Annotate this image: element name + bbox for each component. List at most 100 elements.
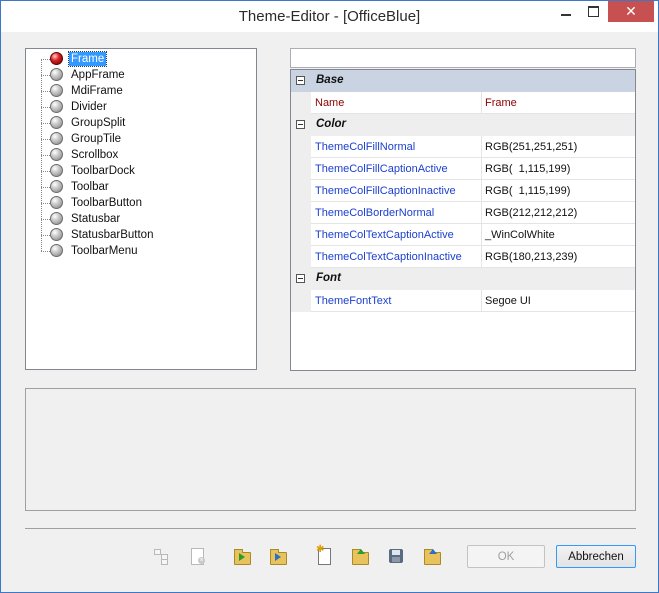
tree-item-label: ToolbarButton <box>71 197 142 209</box>
property-search-input[interactable] <box>290 48 636 68</box>
property-name: ThemeColFillCaptionActive <box>315 163 448 175</box>
element-ball-icon <box>50 116 63 129</box>
tree-connector-line <box>41 203 50 204</box>
property-row[interactable]: ThemeColFillCaptionInactive RGB( 1,115,19… <box>291 180 635 202</box>
property-value[interactable]: RGB(180,213,239) <box>485 251 577 263</box>
element-ball-icon <box>50 52 63 65</box>
tree-connector-line <box>41 251 50 252</box>
property-value[interactable]: RGB(251,251,251) <box>485 141 577 153</box>
maximize-button[interactable] <box>580 1 607 22</box>
tree-item-label: GroupSplit <box>71 117 126 129</box>
tree-connector-line <box>41 171 50 172</box>
column-separator <box>481 158 482 180</box>
tree-item-label: StatusbarButton <box>71 229 154 241</box>
property-name: ThemeColFillNormal <box>315 141 416 153</box>
row-margin <box>291 180 311 202</box>
property-value[interactable]: RGB( 1,115,199) <box>485 185 570 197</box>
element-ball-icon <box>50 244 63 257</box>
property-value[interactable]: RGB(212,212,212) <box>485 207 577 219</box>
close-button[interactable]: ✕ <box>608 1 654 22</box>
tree-connector-line <box>41 123 50 124</box>
row-margin <box>291 158 311 180</box>
property-value[interactable]: Frame <box>485 97 517 109</box>
divider <box>25 528 636 529</box>
tree-connector-line <box>41 75 50 76</box>
row-margin <box>291 224 311 246</box>
tree-connector-line <box>41 59 50 60</box>
maximize-icon <box>588 6 599 17</box>
import-folder-icon <box>234 548 251 565</box>
collapse-toggle-icon[interactable] <box>296 120 305 129</box>
delete-document-button[interactable]: × <box>186 545 208 567</box>
collapse-toggle-icon[interactable] <box>296 274 305 283</box>
title-bar[interactable]: Theme-Editor - [OfficeBlue] ✕ <box>1 1 658 32</box>
property-row-name[interactable]: Name Frame <box>291 92 635 114</box>
tree-connector-line <box>41 187 50 188</box>
minimize-icon <box>561 13 571 16</box>
property-row[interactable]: ThemeColTextCaptionInactive RGB(180,213,2… <box>291 246 635 268</box>
description-panel <box>25 388 636 511</box>
theme-element-tree[interactable]: Frame AppFrame MdiFrame Divider GroupSplit Gr… <box>25 48 257 370</box>
property-value[interactable]: RGB( 1,115,199) <box>485 163 570 175</box>
element-ball-icon <box>50 228 63 241</box>
new-button[interactable]: ✱ <box>313 544 335 567</box>
element-ball-icon <box>50 164 63 177</box>
property-name: ThemeColTextCaptionInactive <box>315 251 462 263</box>
save-disk-icon <box>388 548 404 564</box>
property-name: ThemeColFillCaptionInactive <box>315 185 456 197</box>
open-button[interactable] <box>349 545 371 567</box>
close-icon: ✕ <box>625 3 637 19</box>
property-grid[interactable]: Base Name Frame Color ThemeColFillNormal… <box>290 69 636 371</box>
element-ball-icon <box>50 180 63 193</box>
column-separator <box>481 180 482 202</box>
column-separator <box>481 136 482 158</box>
category-label: Base <box>316 74 344 86</box>
row-separator <box>311 311 635 312</box>
column-separator <box>481 224 482 246</box>
save-as-button[interactable] <box>421 545 443 567</box>
collapse-toggle-icon[interactable] <box>296 76 305 85</box>
tree-connector-line <box>41 139 50 140</box>
element-ball-icon <box>50 148 63 161</box>
property-name: Name <box>315 97 345 109</box>
column-separator <box>481 202 482 224</box>
tree-item-label: GroupTile <box>71 133 122 145</box>
tree-item-label: Toolbar <box>71 181 109 193</box>
ok-button[interactable]: OK <box>467 545 545 568</box>
category-color[interactable]: Color <box>291 114 635 136</box>
property-row[interactable]: ThemeColFillCaptionActive RGB( 1,115,199) <box>291 158 635 180</box>
property-row[interactable]: ThemeFontText Segoe UI <box>291 290 635 312</box>
new-document-icon: ✱ <box>316 544 332 565</box>
element-ball-icon <box>50 132 63 145</box>
property-name: ThemeColTextCaptionActive <box>315 229 454 241</box>
tree-item-label: ToolbarMenu <box>71 245 138 257</box>
tree-structure-button[interactable] <box>150 545 172 567</box>
category-font[interactable]: Font <box>291 268 635 290</box>
element-ball-icon <box>50 84 63 97</box>
element-ball-icon <box>50 196 63 209</box>
property-value[interactable]: Segoe UI <box>485 295 531 307</box>
column-separator <box>481 290 482 312</box>
export-button[interactable] <box>267 545 289 567</box>
category-base[interactable]: Base <box>291 70 635 92</box>
tree-connector-line <box>41 155 50 156</box>
property-row[interactable]: ThemeColTextCaptionActive _WinColWhite <box>291 224 635 246</box>
save-button[interactable] <box>385 545 407 567</box>
tree-item-label: MdiFrame <box>71 85 123 97</box>
tree-connector-line <box>41 219 50 220</box>
import-button[interactable] <box>231 545 253 567</box>
tree-connector-line <box>41 91 50 92</box>
row-margin <box>291 92 311 114</box>
element-ball-icon <box>50 100 63 113</box>
row-margin <box>291 202 311 224</box>
category-label: Color <box>316 118 347 130</box>
column-separator <box>481 246 482 268</box>
minimize-button[interactable] <box>552 1 580 22</box>
tree-item-label: AppFrame <box>71 69 125 81</box>
property-value[interactable]: _WinColWhite <box>485 229 555 241</box>
property-row[interactable]: ThemeColFillNormal RGB(251,251,251) <box>291 136 635 158</box>
tree-item-label: Frame <box>67 51 108 67</box>
cancel-button[interactable]: Abbrechen <box>556 545 636 568</box>
property-row[interactable]: ThemeColBorderNormal RGB(212,212,212) <box>291 202 635 224</box>
row-margin <box>291 246 311 268</box>
